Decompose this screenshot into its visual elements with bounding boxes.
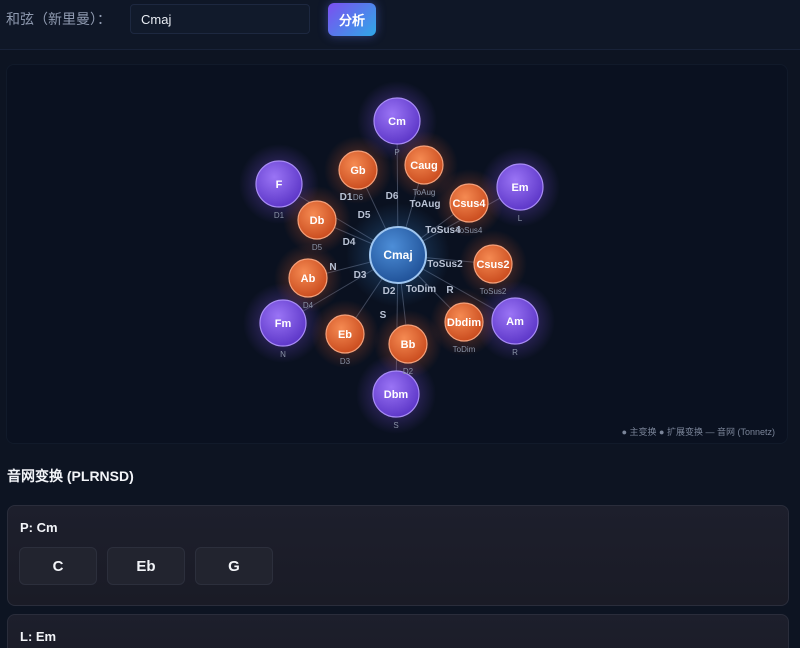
- chord-node-label: Eb: [338, 329, 352, 341]
- chord-node-label: Em: [511, 182, 528, 194]
- chord-node-tag: N: [280, 350, 286, 359]
- chord-node-label: Csus2: [476, 259, 509, 271]
- transform-card-title: L: Em: [20, 629, 57, 644]
- chord-node-label: Ab: [301, 273, 316, 285]
- graph-legend: ● 主变换 ● 扩展变换 — 音网 (Tonnetz): [621, 427, 775, 437]
- transform-card-p: P: Cm C Eb G: [7, 505, 789, 606]
- chord-node-label: Db: [310, 215, 325, 227]
- chord-node-tag: D4: [303, 301, 314, 310]
- center-chord-label: Cmaj: [383, 248, 412, 262]
- chord-node-label: Cm: [388, 116, 406, 128]
- chord-node-tag: P: [394, 148, 399, 157]
- chord-node-label: Csus4: [452, 198, 486, 210]
- chord-node-tag: R: [512, 348, 518, 357]
- tonnetz-graph-panel: R S N D1 ToAug ToSus4 ToSus2 ToDim D2 D3 D4 D5 D6 Cm P…: [6, 64, 788, 444]
- chord-input-label: 和弦（新里曼）：: [6, 11, 111, 27]
- chord-node-label: Gb: [350, 165, 366, 177]
- edge-label: D2: [383, 286, 396, 297]
- chord-node-label: Dbdim: [447, 317, 481, 329]
- chord-node-tag: L: [518, 214, 523, 223]
- edge-label: D1: [340, 192, 353, 203]
- transform-card-l: L: Em: [7, 614, 789, 648]
- note-chip[interactable]: C: [19, 547, 97, 585]
- note-list: C Eb G: [19, 547, 273, 585]
- note-chip[interactable]: G: [195, 547, 273, 585]
- tonnetz-graph: R S N D1 ToAug ToSus4 ToSus2 ToDim D2 D3 D4 D5 D6 Cm P…: [239, 81, 560, 434]
- chord-node-tag: D6: [353, 193, 364, 202]
- chord-node-tag: ToDim: [453, 345, 476, 354]
- edge-label: D6: [386, 191, 399, 202]
- edge-label: ToDim: [406, 284, 436, 295]
- chord-input[interactable]: [130, 4, 310, 34]
- edge-label: N: [329, 262, 336, 273]
- edge-label: S: [380, 310, 387, 321]
- edge-label: R: [446, 285, 454, 296]
- analyze-button[interactable]: 分析: [328, 3, 376, 36]
- edge-label: D4: [343, 237, 356, 248]
- note-chip[interactable]: Eb: [107, 547, 185, 585]
- chord-node-label: Caug: [410, 160, 438, 172]
- chord-node-label: Bb: [401, 339, 416, 351]
- chord-node-tag: ToSus2: [480, 287, 507, 296]
- chord-node-label: F: [276, 179, 283, 191]
- transforms-section-title: 音网变换 (PLRNSD): [7, 468, 134, 484]
- edge-label: D3: [354, 270, 367, 281]
- edge-label: ToAug: [410, 199, 441, 210]
- chord-node-tag: D5: [312, 243, 323, 252]
- chord-node-tag: S: [393, 421, 398, 430]
- chord-node-tag: D3: [340, 357, 351, 366]
- top-bar: 和弦（新里曼）： 分析: [0, 0, 800, 50]
- edge-label: D5: [358, 210, 371, 221]
- edge-label: ToSus2: [427, 259, 463, 270]
- chord-node-tag: D1: [274, 211, 285, 220]
- chord-node-label: Dbm: [384, 389, 409, 401]
- chord-node-label: Fm: [275, 318, 292, 330]
- chord-node-tag: ToSus4: [456, 226, 483, 235]
- transform-card-title: P: Cm: [20, 520, 58, 535]
- chord-node-tag: ToAug: [413, 188, 436, 197]
- chord-node-label: Am: [506, 316, 524, 328]
- chord-node-tag: D2: [403, 367, 414, 376]
